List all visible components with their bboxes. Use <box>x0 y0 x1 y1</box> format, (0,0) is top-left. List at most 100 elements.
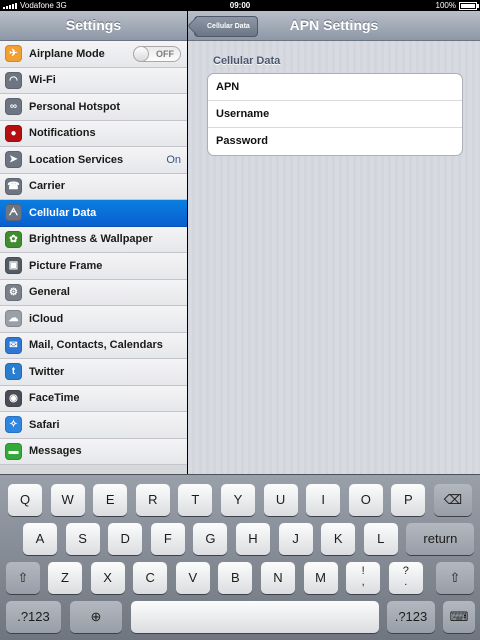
settings-item-picture-frame[interactable]: ▣ Picture Frame <box>0 253 187 280</box>
safari-icon: ✧ <box>5 416 22 434</box>
username-field[interactable]: Username <box>208 101 462 128</box>
apn-field[interactable]: APN <box>208 74 462 101</box>
battery-indicator: 100% <box>435 0 479 11</box>
picture-frame-icon: ▣ <box>5 257 22 275</box>
settings-item-cellular-data[interactable]: ᗅ Cellular Data <box>0 200 187 227</box>
apn-settings-pane: APN Settings Cellular Data Cellular Data… <box>188 11 480 474</box>
twitter-icon: t <box>5 363 22 381</box>
password-field[interactable]: Password <box>208 128 462 155</box>
airplane-icon: ✈ <box>5 45 22 63</box>
messages-icon: ▬ <box>5 442 22 460</box>
key-c[interactable]: C <box>133 562 168 594</box>
settings-item-personal-hotspot[interactable]: ∞ Personal Hotspot <box>0 94 187 121</box>
exclaim-comma-key[interactable]: !, <box>346 562 381 594</box>
key-r[interactable]: R <box>135 484 170 516</box>
shift-key[interactable]: ⇧ <box>6 562 40 594</box>
settings-item-notifications[interactable]: ● Notifications <box>0 120 187 147</box>
settings-item-messages[interactable]: ▬ Messages <box>0 438 187 465</box>
icloud-icon: ☁ <box>5 310 22 328</box>
settings-item-safari[interactable]: ✧ Safari <box>0 412 187 439</box>
brightness-icon: ✿ <box>5 230 22 248</box>
cellular-data-icon: ᗅ <box>5 204 22 222</box>
key-i[interactable]: I <box>306 484 341 516</box>
key-bottom-char: , <box>361 576 365 588</box>
settings-item-icloud[interactable]: ☁ iCloud <box>0 306 187 333</box>
back-button[interactable]: Cellular Data <box>194 16 258 37</box>
mail-icon: ✉ <box>5 336 22 354</box>
settings-item-label: Wi-Fi <box>29 74 56 87</box>
settings-item-label: Carrier <box>29 180 66 193</box>
key-n[interactable]: N <box>261 562 295 594</box>
key-u[interactable]: U <box>263 484 298 516</box>
carrier-icon: ☎ <box>5 177 22 195</box>
settings-list: ✈ Airplane Mode OFF ◠ Wi-Fi ∞ Personal Hotspot… <box>0 41 187 465</box>
airplane-mode-toggle[interactable]: OFF <box>133 46 181 62</box>
section-header: Cellular Data <box>213 55 281 67</box>
key-y[interactable]: Y <box>221 484 255 516</box>
settings-sidebar: Settings ✈ Airplane Mode OFF ◠ Wi-Fi ∞ Persona… <box>0 11 187 474</box>
settings-item-label: Airplane Mode <box>29 47 105 60</box>
key-q[interactable]: Q <box>8 484 42 516</box>
toggle-knob <box>133 46 149 62</box>
key-x[interactable]: X <box>90 562 125 594</box>
key-l[interactable]: L <box>363 523 398 555</box>
key-o[interactable]: O <box>348 484 383 516</box>
key-k[interactable]: K <box>321 523 356 555</box>
settings-item-facetime[interactable]: ◉ FaceTime <box>0 385 187 412</box>
battery-icon <box>459 1 479 10</box>
return-key[interactable]: return <box>406 523 475 555</box>
settings-item-label: Mail, Contacts, Calendars <box>29 339 163 352</box>
key-h[interactable]: H <box>236 523 270 555</box>
globe-key[interactable]: ⊕ <box>70 601 122 633</box>
key-g[interactable]: G <box>193 523 228 555</box>
hide-keyboard-key[interactable]: ⌨ <box>443 601 475 633</box>
backspace-key[interactable]: ⌫ <box>434 484 472 516</box>
settings-item-location-services[interactable]: ➤ Location Services On <box>0 147 187 174</box>
key-m[interactable]: M <box>303 562 338 594</box>
gear-icon: ⚙ <box>5 283 22 301</box>
key-e[interactable]: E <box>93 484 128 516</box>
question-period-key[interactable]: ?. <box>388 562 423 594</box>
key-z[interactable]: Z <box>48 562 82 594</box>
key-d[interactable]: D <box>108 523 143 555</box>
settings-item-label: Safari <box>29 418 60 431</box>
key-bottom-char: . <box>404 576 408 588</box>
sidebar-title: Settings <box>0 11 187 41</box>
toggle-state-label: OFF <box>156 49 174 59</box>
settings-item-label: Twitter <box>29 365 65 378</box>
settings-item-label: Personal Hotspot <box>29 100 121 113</box>
settings-item-airplane-mode[interactable]: ✈ Airplane Mode OFF <box>0 41 187 68</box>
shift-key-right[interactable]: ⇧ <box>436 562 474 594</box>
numbers-key-left[interactable]: .?123 <box>6 601 61 633</box>
key-j[interactable]: J <box>278 523 313 555</box>
clock: 09:00 <box>229 1 251 10</box>
key-v[interactable]: V <box>175 562 210 594</box>
back-button-label: Cellular Data <box>207 23 250 30</box>
settings-item-mail-contacts-calendars[interactable]: ✉ Mail, Contacts, Calendars <box>0 332 187 359</box>
space-key[interactable] <box>131 601 379 633</box>
settings-item-carrier[interactable]: ☎ Carrier <box>0 173 187 200</box>
settings-item-label: Picture Frame <box>29 259 103 272</box>
wifi-icon: ◠ <box>5 71 22 89</box>
settings-item-label: Messages <box>29 445 82 458</box>
key-a[interactable]: A <box>23 523 57 555</box>
page-title: APN Settings <box>289 17 379 33</box>
key-p[interactable]: P <box>391 484 426 516</box>
settings-item-label: Notifications <box>29 127 96 140</box>
key-f[interactable]: F <box>150 523 185 555</box>
settings-item-label: FaceTime <box>29 392 80 405</box>
numbers-key-right[interactable]: .?123 <box>387 601 435 633</box>
status-bar: Vodafone 3G 09:00 100% <box>0 0 480 11</box>
on-screen-keyboard: Q W E R T Y U I O P ⌫ A S D F G H J K Lreturn ⇧ Z X C V B N M!,?. ⇧.… <box>0 474 480 640</box>
key-b[interactable]: B <box>218 562 253 594</box>
settings-item-general[interactable]: ⚙ General <box>0 279 187 306</box>
key-s[interactable]: S <box>65 523 100 555</box>
key-t[interactable]: T <box>178 484 213 516</box>
settings-item-wi-fi[interactable]: ◠ Wi-Fi <box>0 67 187 94</box>
settings-item-brightness-wallpaper[interactable]: ✿ Brightness & Wallpaper <box>0 226 187 253</box>
apn-fields-group: APN Username Password <box>207 73 463 156</box>
settings-item-twitter[interactable]: t Twitter <box>0 359 187 386</box>
hotspot-icon: ∞ <box>5 98 22 116</box>
battery-percent: 100% <box>435 1 456 10</box>
key-w[interactable]: W <box>50 484 85 516</box>
